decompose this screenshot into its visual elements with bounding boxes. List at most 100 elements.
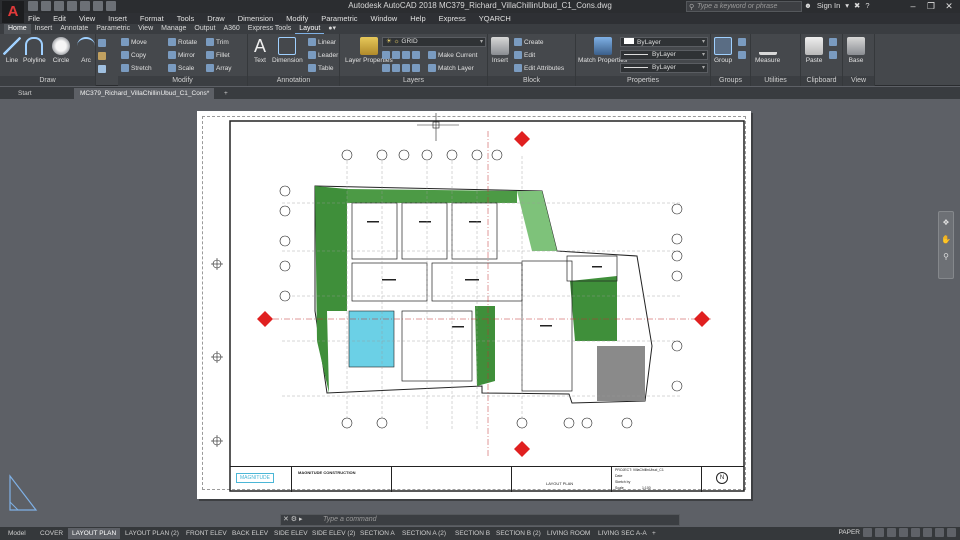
- exchange-icon[interactable]: ✖: [854, 1, 860, 10]
- group-edit-button[interactable]: [738, 51, 746, 59]
- application-menu-button[interactable]: A: [2, 1, 24, 23]
- tab-manage[interactable]: Manage: [157, 24, 190, 34]
- menu-file[interactable]: File: [28, 14, 40, 23]
- tab-view[interactable]: View: [134, 24, 157, 34]
- dimension-button[interactable]: Dimension: [272, 37, 303, 64]
- ungroup-button[interactable]: [738, 38, 746, 46]
- layout-tab-back-elev[interactable]: BACK ELEV: [228, 528, 272, 539]
- osnap-toggle-icon[interactable]: [911, 528, 920, 537]
- annotation-scale-icon[interactable]: [923, 528, 932, 537]
- color-dropdown[interactable]: ByLayer: [620, 37, 708, 47]
- grid-toggle-icon[interactable]: [863, 528, 872, 537]
- layout-tab-cover[interactable]: COVER: [36, 528, 67, 539]
- linear-button[interactable]: Linear: [308, 38, 336, 46]
- menu-view[interactable]: View: [79, 14, 95, 23]
- layer-tools-row2[interactable]: [382, 64, 420, 72]
- rectangle-tool[interactable]: [98, 39, 106, 47]
- layout-tab-section-b[interactable]: SECTION B: [451, 528, 494, 539]
- search-input[interactable]: ⚲ Type a keyword or phrase: [686, 1, 802, 12]
- zoom-icon[interactable]: ⚲: [939, 252, 953, 261]
- chevron-down-icon[interactable]: ▾: [845, 1, 849, 10]
- menu-format[interactable]: Format: [140, 14, 164, 23]
- sign-in-area[interactable]: ☻ Sign In ▾ ✖ ?: [804, 1, 870, 10]
- tab-parametric[interactable]: Parametric: [92, 24, 134, 34]
- file-tab-start[interactable]: Start: [12, 88, 38, 99]
- drawing-canvas[interactable]: MAGNITUDE MAGNITUDE CONSTRUCTION LAYOUT …: [0, 99, 960, 512]
- navigation-bar[interactable]: ❖ ✋ ⚲: [938, 211, 954, 279]
- command-line-controls[interactable]: ✕ ⚙ ▸: [283, 515, 303, 525]
- arc-button[interactable]: Arc: [77, 37, 95, 64]
- add-layout-button[interactable]: +: [648, 528, 660, 539]
- polyline-button[interactable]: Polyline: [23, 37, 46, 64]
- lineweight-dropdown[interactable]: ByLayer: [620, 63, 708, 73]
- file-tab-active[interactable]: MC379_Richard_VillaChillinUbud_C1_Cons* …: [74, 88, 214, 108]
- menu-help[interactable]: Help: [410, 14, 425, 23]
- restore-button[interactable]: ❐: [922, 0, 940, 12]
- group-button[interactable]: Group: [714, 37, 732, 64]
- stretch-button[interactable]: Stretch: [121, 64, 152, 72]
- copy-clip-button[interactable]: [829, 51, 837, 59]
- menu-dimension[interactable]: Dimension: [238, 14, 273, 23]
- layer-dropdown[interactable]: ☀ ☼ GRID: [382, 37, 486, 47]
- array-button[interactable]: Array: [206, 64, 232, 72]
- paste-button[interactable]: Paste: [805, 37, 823, 64]
- menu-draw[interactable]: Draw: [207, 14, 225, 23]
- command-line[interactable]: ✕ ⚙ ▸ Type a command: [280, 514, 680, 526]
- mirror-button[interactable]: Mirror: [168, 51, 195, 59]
- layout-tab-living-room[interactable]: LIVING ROOM: [543, 528, 594, 539]
- layout-tab-model[interactable]: Model: [4, 528, 30, 539]
- close-button[interactable]: ✕: [940, 0, 958, 12]
- make-current-button[interactable]: Make Current: [428, 51, 477, 59]
- tab-a360[interactable]: A360: [219, 24, 243, 34]
- minimize-button[interactable]: –: [904, 0, 922, 12]
- menu-edit[interactable]: Edit: [53, 14, 66, 23]
- full-navigation-wheel-icon[interactable]: ❖: [939, 218, 953, 227]
- customize-icon[interactable]: [947, 528, 956, 537]
- hatch-tool[interactable]: [98, 52, 106, 60]
- tab-output[interactable]: Output: [190, 24, 219, 34]
- layout-tab-side-elev-2[interactable]: SIDE ELEV (2): [308, 528, 359, 539]
- layout-tab-living-sec[interactable]: LIVING SEC A-A: [594, 528, 651, 539]
- layout-tab-section-a-2[interactable]: SECTION A (2): [398, 528, 450, 539]
- copy-button[interactable]: Copy: [121, 51, 146, 59]
- linetype-dropdown[interactable]: ByLayer: [620, 50, 708, 60]
- ribbon-options-icon[interactable]: ●▾: [324, 24, 340, 34]
- layout-tab-layout-plan[interactable]: LAYOUT PLAN: [68, 528, 121, 539]
- line-button[interactable]: Line: [3, 37, 21, 64]
- match-layer-button[interactable]: Match Layer: [428, 64, 474, 72]
- ortho-toggle-icon[interactable]: [887, 528, 896, 537]
- layout-tab-front-elev[interactable]: FRONT ELEV: [182, 528, 231, 539]
- move-button[interactable]: Move: [121, 38, 147, 46]
- menu-express[interactable]: Express: [439, 14, 466, 23]
- fillet-button[interactable]: Fillet: [206, 51, 230, 59]
- help-icon[interactable]: ?: [865, 1, 869, 10]
- edit-block-button[interactable]: Edit: [514, 51, 535, 59]
- sign-in-label[interactable]: Sign In: [817, 1, 840, 10]
- command-input[interactable]: Type a command: [323, 516, 377, 523]
- tab-express-tools[interactable]: Express Tools: [244, 24, 295, 34]
- circle-button[interactable]: Circle: [52, 37, 70, 64]
- table-button[interactable]: Table: [308, 64, 334, 72]
- tab-home[interactable]: Home: [4, 24, 31, 34]
- layout-tab-layout-plan-2[interactable]: LAYOUT PLAN (2): [121, 528, 183, 539]
- tab-insert[interactable]: Insert: [31, 24, 57, 34]
- workspace-icon[interactable]: [935, 528, 944, 537]
- scale-button[interactable]: Scale: [168, 64, 194, 72]
- snap-toggle-icon[interactable]: [875, 528, 884, 537]
- new-tab-button[interactable]: +: [218, 88, 234, 99]
- edit-attributes-button[interactable]: Edit Attributes: [514, 64, 564, 72]
- gradient-tool[interactable]: [98, 65, 106, 73]
- menu-yqarch[interactable]: YQARCH: [479, 14, 511, 23]
- menu-tools[interactable]: Tools: [177, 14, 195, 23]
- trim-button[interactable]: Trim: [206, 38, 229, 46]
- layout-tab-side-elev[interactable]: SIDE ELEV: [270, 528, 312, 539]
- tab-annotate[interactable]: Annotate: [56, 24, 92, 34]
- base-view-button[interactable]: Base: [847, 37, 865, 64]
- rotate-button[interactable]: Rotate: [168, 38, 197, 46]
- text-button[interactable]: A Text: [251, 37, 269, 64]
- menu-insert[interactable]: Insert: [108, 14, 127, 23]
- menu-window[interactable]: Window: [371, 14, 398, 23]
- cut-button[interactable]: [829, 38, 837, 46]
- layout-tab-section-a[interactable]: SECTION A: [356, 528, 399, 539]
- paper-space-toggle[interactable]: PAPER: [838, 529, 860, 536]
